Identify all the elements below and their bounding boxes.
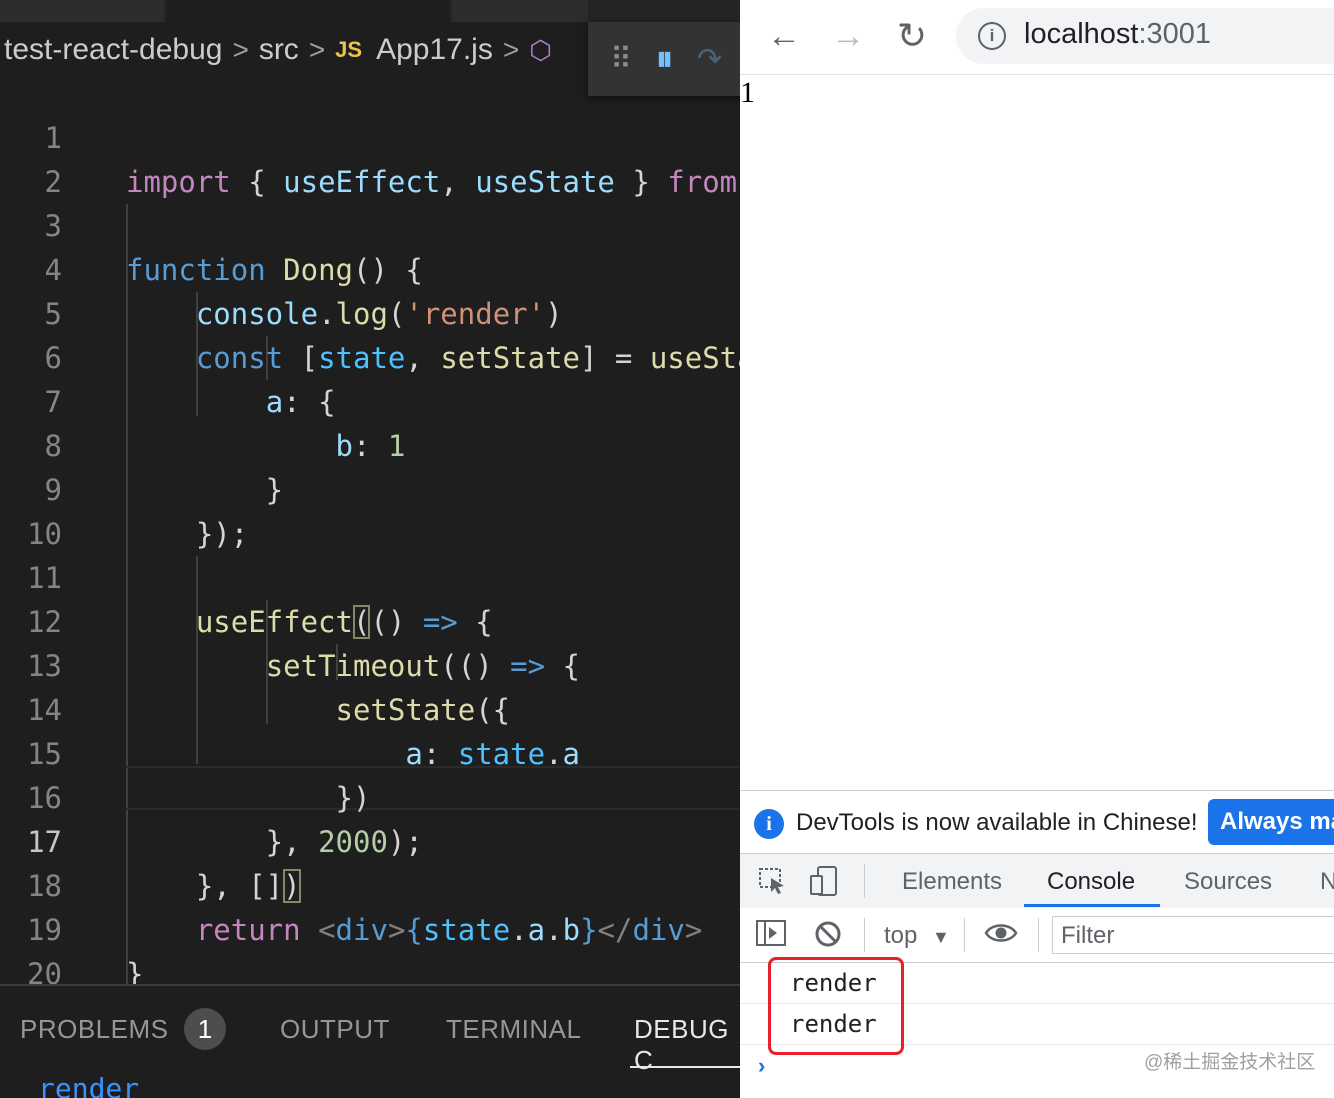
code-line: 10 bbox=[0, 468, 740, 551]
code-line: 14 a: state.a bbox=[0, 644, 740, 771]
code-line: 4 console.log('render') bbox=[0, 204, 740, 331]
browser-window: ← → ↻ i localhost:3001 1 i DevTools is n… bbox=[740, 0, 1334, 1098]
url-text[interactable]: localhost:3001 bbox=[1024, 18, 1211, 51]
code-line: 3 function Dong() { bbox=[0, 160, 740, 287]
editor-tab-active[interactable] bbox=[166, 0, 450, 22]
code-line: 12 setTimeout(() => { bbox=[0, 556, 740, 683]
code-line: 16 }, 2000); bbox=[0, 732, 740, 859]
tab-elements[interactable]: Elements bbox=[902, 868, 1002, 896]
tab-terminal[interactable]: TERMINAL bbox=[446, 1014, 581, 1045]
active-tab-underline bbox=[1024, 904, 1160, 907]
breadcrumb-separator: > bbox=[232, 34, 249, 65]
filter-input[interactable]: Filter bbox=[1052, 916, 1334, 954]
notice-message: DevTools is now available in Chinese! bbox=[796, 809, 1198, 836]
code-line: 13 setState({ bbox=[0, 600, 740, 727]
breadcrumb-separator: > bbox=[308, 34, 326, 65]
symbol-icon[interactable]: ⬡ bbox=[529, 35, 552, 66]
page-content: 1 bbox=[740, 76, 755, 109]
code-line: 6 a: { bbox=[0, 292, 740, 419]
clear-console-icon[interactable] bbox=[814, 920, 842, 955]
always-match-button[interactable]: Always ma bbox=[1208, 799, 1334, 845]
divider bbox=[1038, 918, 1039, 952]
code-line: 18 return <div>{state.a.b}</div> bbox=[0, 820, 740, 947]
code-line-active: 17 }, []) bbox=[0, 776, 740, 903]
code-line: 5 const [state, setState] = useSta bbox=[0, 248, 740, 375]
active-tab-underline bbox=[630, 1066, 740, 1068]
editor-tab[interactable] bbox=[0, 0, 164, 22]
debug-console-output: render bbox=[38, 1072, 140, 1098]
tab-console[interactable]: Console bbox=[1047, 868, 1135, 896]
context-selector[interactable]: top ▼ bbox=[884, 922, 950, 950]
language-notice: i DevTools is now available in Chinese! … bbox=[740, 791, 1334, 853]
code-line: 1 import { useEffect, useState } from bbox=[0, 72, 740, 199]
code-line: 15 }) bbox=[0, 688, 740, 815]
breadcrumb-project[interactable]: test-react-debug bbox=[4, 33, 222, 67]
tab-output[interactable]: OUTPUT bbox=[280, 1014, 390, 1045]
divider bbox=[864, 864, 865, 898]
code-line: 9 }); bbox=[0, 424, 740, 551]
bottom-panel: PROBLEMS 1 OUTPUT TERMINAL DEBUG C rende… bbox=[0, 984, 740, 1098]
divider bbox=[964, 918, 965, 952]
info-icon[interactable]: i bbox=[978, 22, 1006, 50]
address-bar[interactable]: i localhost:3001 bbox=[956, 8, 1334, 64]
breadcrumb-file[interactable]: App17.js bbox=[376, 33, 493, 67]
browser-toolbar: ← → ↻ i localhost:3001 bbox=[740, 0, 1334, 75]
tab-sources[interactable]: Sources bbox=[1184, 868, 1272, 896]
divider bbox=[864, 918, 865, 952]
dropdown-arrow-icon: ▼ bbox=[932, 927, 950, 947]
forward-arrow-icon[interactable]: → bbox=[826, 14, 870, 58]
eye-icon[interactable] bbox=[984, 920, 1018, 953]
devtools-tabs: Elements Console Sources N bbox=[740, 853, 1334, 909]
sidebar-toggle-icon[interactable] bbox=[756, 920, 786, 953]
code-line: 20 bbox=[0, 908, 740, 991]
breadcrumb-folder[interactable]: src bbox=[259, 33, 299, 67]
info-icon: i bbox=[754, 809, 784, 839]
code-line: 8 } bbox=[0, 380, 740, 507]
code-line: 2 bbox=[0, 116, 740, 199]
device-toolbar-icon[interactable] bbox=[808, 866, 840, 896]
breadcrumb-separator: > bbox=[502, 34, 520, 65]
watermark: @稀土掘金技术社区 bbox=[1144, 1052, 1316, 1073]
problems-count-badge: 1 bbox=[184, 1008, 226, 1050]
reload-icon[interactable]: ↻ bbox=[890, 14, 934, 58]
highlight-box bbox=[768, 957, 904, 1055]
tab-network[interactable]: N bbox=[1320, 868, 1334, 896]
code-line: 19 } bbox=[0, 864, 740, 991]
devtools-panel: i DevTools is now available in Chinese! … bbox=[740, 790, 1334, 1098]
js-file-icon: JS bbox=[335, 37, 363, 62]
back-arrow-icon[interactable]: ← bbox=[762, 14, 806, 58]
code-line: 11 useEffect(() => { bbox=[0, 512, 740, 639]
editor-tab-strip bbox=[0, 0, 740, 22]
tab-problems[interactable]: PROBLEMS bbox=[20, 1014, 169, 1045]
code-editor: test-react-debug > src > JS App17.js > ⬡… bbox=[0, 0, 740, 1098]
inspect-element-icon[interactable] bbox=[756, 866, 788, 896]
code-line: 7 b: 1 bbox=[0, 336, 740, 463]
editor-tab[interactable] bbox=[452, 0, 588, 22]
console-prompt-icon[interactable]: › bbox=[758, 1053, 765, 1079]
console-toolbar: top ▼ Filter bbox=[740, 908, 1334, 963]
breadcrumb: test-react-debug > src > JS App17.js > ⬡ bbox=[4, 28, 552, 72]
